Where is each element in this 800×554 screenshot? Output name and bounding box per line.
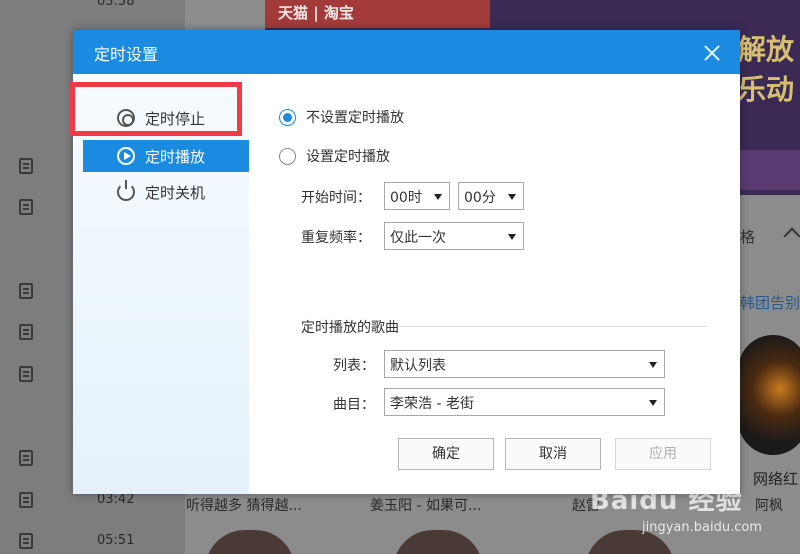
file-icon <box>19 492 33 508</box>
album-cover <box>205 530 295 554</box>
song-title: 听得越多 猜得越... <box>186 498 302 514</box>
sidebar-item-timed-play[interactable]: 定时播放 <box>83 140 249 172</box>
file-icon <box>19 158 33 174</box>
radio-button[interactable] <box>279 109 296 126</box>
apply-button[interactable]: 应用 <box>615 438 711 470</box>
song-duration: 05:51 <box>97 533 135 548</box>
power-icon <box>117 180 135 201</box>
annotation-highlight-box <box>70 82 242 136</box>
album-cover <box>738 335 800 455</box>
ok-button[interactable]: 确定 <box>398 438 494 470</box>
radio-label: 设置定时播放 <box>306 149 390 165</box>
songs-section-title: 定时播放的歌曲 <box>301 320 399 336</box>
track-select[interactable]: 李荣浩 - 老街 <box>384 388 665 416</box>
playlist-value: 默认列表 <box>390 358 446 374</box>
hour-value: 00时 <box>390 190 422 206</box>
playlist-select[interactable]: 默认列表 <box>384 350 665 378</box>
song-duration: 03:42 <box>97 492 135 507</box>
repeat-label: 重复频率： <box>301 230 371 246</box>
album-title: 网络红 <box>753 470 799 488</box>
list-label: 列表： <box>333 358 375 374</box>
radio-label: 不设置定时播放 <box>306 110 404 126</box>
sidebar-item-timed-shutdown[interactable]: 定时关机 <box>83 176 249 208</box>
track-label: 曲目： <box>333 397 375 413</box>
song-title: 阿枫 <box>755 498 783 514</box>
file-icon <box>19 533 33 549</box>
chevron-down-icon <box>649 400 657 406</box>
file-icon <box>19 366 33 382</box>
chevron-down-icon <box>508 234 516 240</box>
timer-settings-dialog: 定时设置 定时停止 定时播放 定时关机 不设置定时播放 设置定时播放 开始时间：… <box>70 30 740 494</box>
chevron-down-icon <box>434 194 442 200</box>
chevron-up-icon <box>783 227 800 245</box>
start-time-label: 开始时间： <box>301 190 371 206</box>
file-icon <box>19 324 33 340</box>
hot-topic-link: 韩团告别 <box>740 294 800 312</box>
dialog-title: 定时设置 <box>94 45 159 64</box>
repeat-value: 仅此一次 <box>390 230 446 246</box>
song-title: 姜玉阳 - 如果可... <box>370 498 482 514</box>
sidebar-item-label: 定时播放 <box>145 148 206 166</box>
dialog-main-panel: 不设置定时播放 设置定时播放 开始时间： 00时 00分 重复频率： 仅此一次 … <box>249 74 740 494</box>
album-cover <box>393 530 483 554</box>
repeat-select[interactable]: 仅此一次 <box>384 222 524 250</box>
section-divider <box>399 326 707 327</box>
hour-select[interactable]: 00时 <box>384 182 450 210</box>
radio-button[interactable] <box>279 148 296 165</box>
file-icon <box>19 199 33 215</box>
file-icon <box>19 283 33 299</box>
ad-banner-text: 天猫 | 淘宝 <box>278 4 354 22</box>
cancel-button[interactable]: 取消 <box>505 438 601 470</box>
chevron-down-icon <box>508 194 516 200</box>
track-value: 李荣浩 - 老街 <box>390 396 474 412</box>
minute-select[interactable]: 00分 <box>458 182 524 210</box>
dialog-titlebar: 定时设置 <box>73 30 740 74</box>
dialog-sidebar: 定时停止 定时播放 定时关机 <box>73 74 249 494</box>
chevron-down-icon <box>649 362 657 368</box>
song-duration: 03:58 <box>97 0 135 9</box>
watermark-url: jingyan.baidu.com <box>642 520 762 535</box>
close-icon[interactable] <box>701 42 723 64</box>
promo-strip <box>738 150 800 190</box>
promo-text: 解放乐动 <box>738 33 795 106</box>
sidebar-item-label: 定时关机 <box>145 184 206 202</box>
file-icon <box>19 450 33 466</box>
background-tab: 格 <box>740 228 756 246</box>
play-timer-icon <box>117 147 135 165</box>
minute-value: 00分 <box>464 190 496 206</box>
